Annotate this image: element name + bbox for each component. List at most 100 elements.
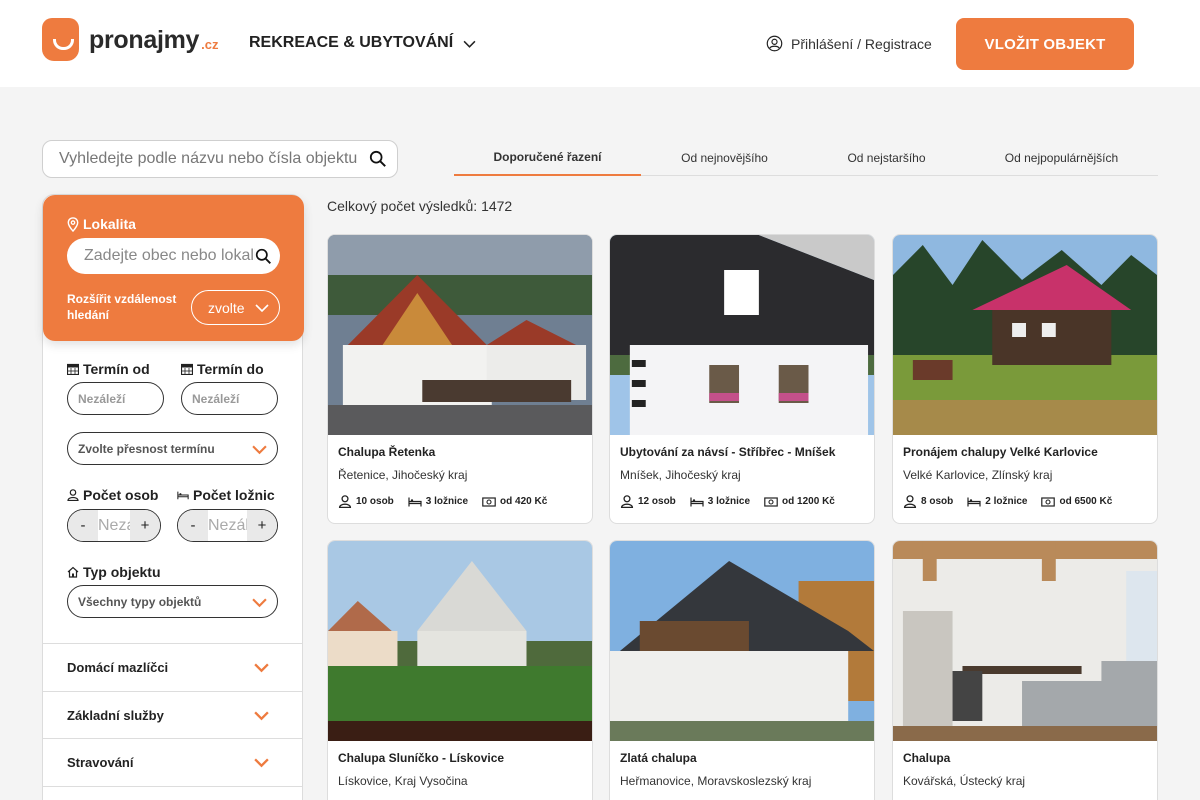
accordion-meals-label: Stravování [67,755,134,770]
listing-card[interactable]: Pronájem chalupy Velké Karlovice Velké K… [892,234,1158,524]
listing-photo [610,541,874,741]
distance-value: zvolte [208,299,245,316]
persons-plus-button[interactable]: + [130,510,160,541]
persons-label: Počet osob [67,487,158,503]
add-listing-button[interactable]: VLOŽIT OBJEKT [956,18,1134,70]
money-icon [1041,497,1056,507]
listing-price: od 420 Kč [500,496,548,507]
chevron-down-icon [252,445,267,455]
person-icon [903,495,917,508]
tab-newest[interactable]: Od nejnovějšího [641,140,808,176]
listing-location: Lískovice, Kraj Vysočina [338,774,468,788]
listing-photo [328,541,592,741]
bedrooms-value[interactable]: Nezáleží [208,517,247,535]
chevron-down-icon [254,711,269,721]
bed-icon [408,497,422,507]
money-icon [482,497,496,507]
person-icon [67,489,79,501]
map-pin-icon [67,216,79,232]
location-input[interactable]: Zadejte obec nebo lokalitu [67,238,280,274]
persons-value[interactable]: Nezáleží [98,517,130,535]
type-label: Typ objektu [67,564,161,580]
listing-bedrooms: 3 ložnice [425,496,469,507]
results-count: Celkový počet výsledků: 1472 [327,198,513,214]
persons-minus-button[interactable]: - [68,510,98,541]
listing-location: Řetenice, Jihočeský kraj [338,468,468,482]
person-icon [338,495,352,508]
filter-sidebar: Lokalita Zadejte obec nebo lokalitu Rozš… [42,194,304,800]
listing-location: Mníšek, Jihočeský kraj [620,468,741,482]
bedrooms-minus-button[interactable]: - [178,510,208,541]
date-to-label-text: Termín do [197,361,264,377]
listing-persons: 12 osob [638,496,676,507]
logo[interactable]: pronajmy .cz [42,18,218,61]
listing-card[interactable]: Chalupa Kovářská, Ústecký kraj [892,540,1158,800]
chevron-down-icon [252,598,267,608]
date-to-label: Termín do [181,361,264,377]
logo-tld: .cz [201,37,219,52]
tab-recommended[interactable]: Doporučené řazení [454,140,641,176]
distance-select[interactable]: zvolte [191,290,280,325]
chevron-down-icon [254,663,269,673]
type-select[interactable]: Všechny typy objektů [67,585,278,618]
listing-location: Velké Karlovice, Zlínský kraj [903,468,1053,482]
listing-persons: 8 osob [921,496,954,507]
search-input[interactable]: Vyhledejte podle názvu nebo čísla objekt… [42,140,398,178]
listing-photo [893,235,1157,435]
date-precision-select[interactable]: Zvolte přesnost termínu [67,432,278,465]
accordion-pets-label: Domácí mazlíčci [67,660,169,675]
listing-photo [610,235,874,435]
bed-icon [967,497,981,507]
persons-label-text: Počet osob [83,487,159,503]
date-to-field[interactable]: Nezáleží [181,382,278,415]
bedrooms-plus-button[interactable]: + [247,510,277,541]
chevron-down-icon [254,758,269,768]
type-label-text: Typ objektu [83,564,161,580]
date-from-label-text: Termín od [83,361,150,377]
listing-card[interactable]: Ubytování za návsí - Stříbřec - Mníšek M… [609,234,875,524]
accordion-more[interactable] [43,786,302,800]
listing-bedrooms: 3 ložnice [707,496,751,507]
tab-oldest[interactable]: Od nejstaršího [808,140,965,176]
search-icon[interactable] [369,150,387,168]
listing-card[interactable]: Chalupa Sluníčko - Lískovice Lískovice, … [327,540,593,800]
date-from-field[interactable]: Nezáleží [67,382,164,415]
location-label-text: Lokalita [83,216,136,232]
listing-card[interactable]: Zlatá chalupa Heřmanovice, Moravskoslezs… [609,540,875,800]
distance-label: Rozšířit vzdálenost hledání [67,292,177,322]
house-icon [67,566,79,578]
listing-title: Zlatá chalupa [620,751,697,765]
category-label: REKREACE & UBYTOVÁNÍ [249,34,454,51]
listing-photo [893,541,1157,741]
accordion-meals[interactable]: Stravování [43,738,302,786]
accordion-services[interactable]: Základní služby [43,691,302,739]
category-dropdown[interactable]: REKREACE & UBYTOVÁNÍ [249,34,476,52]
listing-title: Pronájem chalupy Velké Karlovice [903,445,1098,459]
header: pronajmy .cz REKREACE & UBYTOVÁNÍ Přihlá… [0,0,1200,87]
date-from-label: Termín od [67,361,150,377]
logo-text: pronajmy [89,26,200,54]
listing-title: Chalupa Řetenka [338,445,436,459]
listing-price: od 6500 Kč [1059,496,1113,507]
listing-meta: 12 osob 3 ložnice od 1200 Kč [620,495,835,508]
search-placeholder: Vyhledejte podle názvu nebo čísla objekt… [59,150,358,167]
listing-bedrooms: 2 ložnice [985,496,1028,507]
money-icon [764,497,778,507]
sort-tabs: Doporučené řazení Od nejnovějšího Od nej… [454,140,1158,176]
user-icon [766,35,783,52]
listing-meta: 10 osob 3 ložnice od 420 Kč [338,495,547,508]
listing-title: Ubytování za návsí - Stříbřec - Mníšek [620,445,836,459]
search-icon[interactable] [255,248,272,265]
persons-stepper: - Nezáleží + [67,509,161,542]
tab-popular[interactable]: Od nejpopulárnějších [965,140,1158,176]
listing-location: Heřmanovice, Moravskoslezský kraj [620,774,812,788]
type-value: Všechny typy objektů [78,594,202,609]
listing-persons: 10 osob [356,496,394,507]
calendar-icon [181,363,193,375]
accordion-pets[interactable]: Domácí mazlíčci [43,643,302,691]
listing-photo [328,235,592,435]
listing-card[interactable]: Chalupa Řetenka Řetenice, Jihočeský kraj… [327,234,593,524]
listing-title: Chalupa [903,751,951,765]
accordion-services-label: Základní služby [67,708,164,723]
login-link[interactable]: Přihlášení / Registrace [766,35,932,52]
